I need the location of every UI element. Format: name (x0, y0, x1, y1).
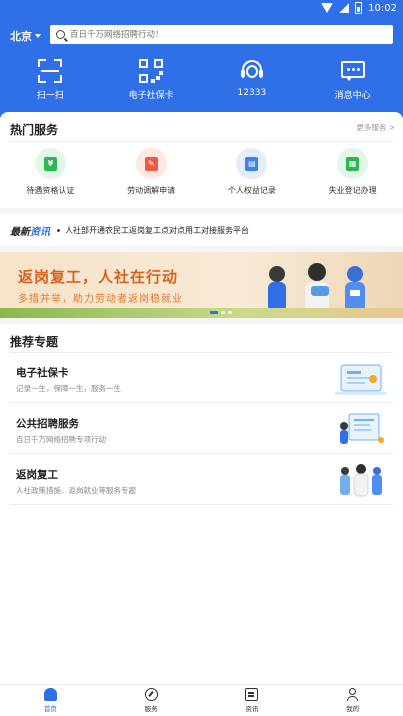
quick-action-social-card[interactable]: 电子社保卡 (101, 58, 202, 104)
quick-action-hotline[interactable]: 12333 (202, 58, 303, 104)
hot-services-card: 热门服务 更多服务 > ¥ 待遇资格认证 ✎ 劳动调解申请 ▤ 个人权益记录 ▦… (0, 112, 403, 208)
message-icon (340, 58, 366, 84)
pagination-dot[interactable] (221, 311, 225, 314)
service-label: 个人权益记录 (227, 186, 276, 195)
news-tag: 最新资讯 (10, 226, 50, 238)
header: 北京 扫一扫 电子社保卡 (0, 18, 403, 118)
signal-icon (339, 3, 350, 13)
news-icon (245, 688, 259, 701)
news-headline[interactable]: 人社部开通农民工返岗复工点对点用工对接服务平台 (65, 225, 249, 236)
city-selector[interactable]: 北京 (10, 28, 41, 44)
scan-icon (37, 58, 63, 84)
recommended-title: 推荐专题 (10, 335, 59, 349)
nav-tab-services[interactable]: 服务 (101, 685, 202, 716)
search-bar[interactable] (50, 25, 393, 44)
profile-icon (346, 688, 359, 701)
id-card-icon: ▤ (236, 148, 268, 179)
quick-actions: 扫一扫 电子社保卡 12333 消息中心 (0, 58, 403, 104)
topic-title: 公共招聘服务 (16, 418, 79, 430)
topic-subtitle: 百日千万网络招聘专项行动 (16, 435, 106, 444)
quick-action-label: 电子社保卡 (128, 91, 174, 101)
pagination-dot[interactable] (228, 311, 232, 314)
service-item-benefit-certification[interactable]: ¥ 待遇资格认证 (0, 148, 101, 196)
status-time: 10:02 (368, 2, 397, 14)
banner-pagination[interactable] (210, 311, 232, 314)
promo-banner[interactable]: 返岗复工，人社在行动 多措并举，助力劳动者返岗稳就业 (0, 252, 403, 318)
topic-title: 返岗复工 (16, 469, 58, 481)
service-item-labor-mediation[interactable]: ✎ 劳动调解申请 (101, 148, 202, 196)
hot-services-title: 热门服务 (10, 123, 59, 137)
topic-item-return-to-work[interactable]: 返岗复工 人社政策措施、返岗就业等服务专题 (10, 455, 393, 505)
recruitment-illustration-icon (340, 413, 384, 444)
nav-label: 我的 (346, 705, 360, 713)
service-label: 待遇资格认证 (26, 186, 75, 195)
hot-services-list: ¥ 待遇资格认证 ✎ 劳动调解申请 ▤ 个人权益记录 ▦ 失业登记办理 (0, 148, 403, 196)
quick-action-label: 消息中心 (334, 91, 371, 101)
nav-label: 服务 (144, 705, 158, 713)
bottom-navigation: 首页 服务 资讯 我的 (0, 684, 403, 716)
wifi-icon (321, 3, 334, 13)
battery-icon (355, 2, 363, 14)
wallet-icon: ¥ (34, 148, 66, 179)
search-icon (56, 30, 65, 39)
banner-ground (0, 308, 403, 318)
qr-code-icon (138, 58, 164, 84)
topic-subtitle: 记录一生，保障一生，服务一生 (16, 384, 121, 393)
nav-tab-profile[interactable]: 我的 (302, 685, 403, 716)
service-item-rights-record[interactable]: ▤ 个人权益记录 (202, 148, 303, 196)
status-icons: 10:02 (321, 2, 397, 14)
nav-tab-home[interactable]: 首页 (0, 685, 101, 716)
more-services-link[interactable]: 更多服务 > (356, 122, 395, 133)
bullet-icon (57, 228, 60, 232)
city-label: 北京 (10, 30, 32, 43)
app-screen: 10:02 北京 扫一扫 电子社保卡 (0, 0, 403, 716)
topic-subtitle: 人社政策措施、返岗就业等服务专题 (16, 486, 136, 495)
service-item-unemployment-registration[interactable]: ▦ 失业登记办理 (302, 148, 403, 196)
nav-label: 首页 (43, 705, 57, 713)
caret-down-icon (35, 34, 41, 38)
search-input[interactable] (70, 29, 370, 40)
quick-action-label: 12333 (237, 88, 267, 98)
service-label: 失业登记办理 (328, 186, 377, 195)
nav-tab-news[interactable]: 资讯 (202, 685, 303, 716)
social-card-illustration-icon (335, 364, 387, 395)
quick-action-label: 扫一扫 (36, 91, 64, 101)
recommended-topics-card: 推荐专题 电子社保卡 记录一生，保障一生，服务一生 公共招聘服务 百日千万网络招… (0, 324, 403, 684)
quick-action-messages[interactable]: 消息中心 (302, 58, 403, 104)
banner-title: 返岗复工，人社在行动 (18, 268, 179, 286)
workers-group-illustration-icon (340, 464, 382, 497)
document-icon: ✎ (135, 148, 167, 179)
nav-label: 资讯 (245, 705, 259, 713)
compass-icon (144, 688, 158, 701)
banner-subtitle: 多措并举，助力劳动者返岗稳就业 (18, 294, 183, 305)
register-icon: ▦ (337, 148, 369, 179)
topic-item-social-card[interactable]: 电子社保卡 记录一生，保障一生，服务一生 (10, 353, 393, 403)
status-bar: 10:02 (0, 0, 403, 18)
pagination-dot-active[interactable] (210, 311, 218, 314)
quick-action-scan[interactable]: 扫一扫 (0, 58, 101, 104)
topic-item-public-recruitment[interactable]: 公共招聘服务 百日千万网络招聘专项行动 (10, 404, 393, 454)
service-label: 劳动调解申请 (127, 186, 176, 195)
home-icon (43, 688, 57, 701)
divider (10, 141, 393, 142)
topic-title: 电子社保卡 (16, 367, 69, 379)
headset-icon (239, 58, 265, 84)
news-ticker[interactable]: 最新资讯 人社部开通农民工返岗复工点对点用工对接服务平台 (0, 214, 403, 246)
